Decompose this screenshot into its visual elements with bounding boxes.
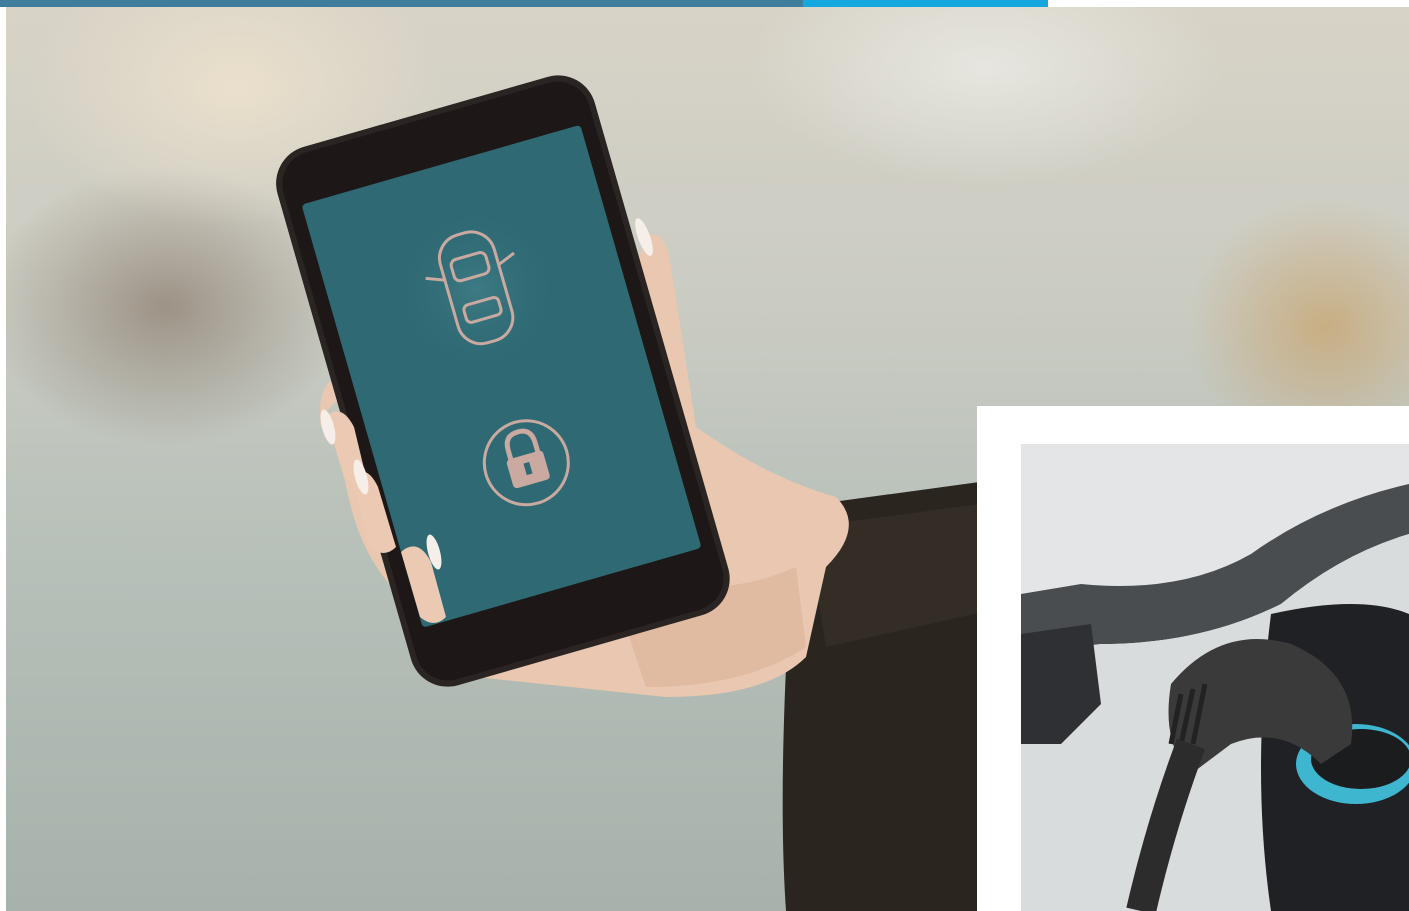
accent-bar-light-blue <box>803 0 1048 7</box>
inset-photo-ev-charger <box>1021 444 1409 911</box>
ev-charging-illustration <box>1021 444 1409 911</box>
top-accent-bar <box>0 0 1409 7</box>
accent-bar-dark-blue <box>0 0 803 7</box>
phone-screen <box>302 125 701 627</box>
smartphone <box>276 75 730 687</box>
